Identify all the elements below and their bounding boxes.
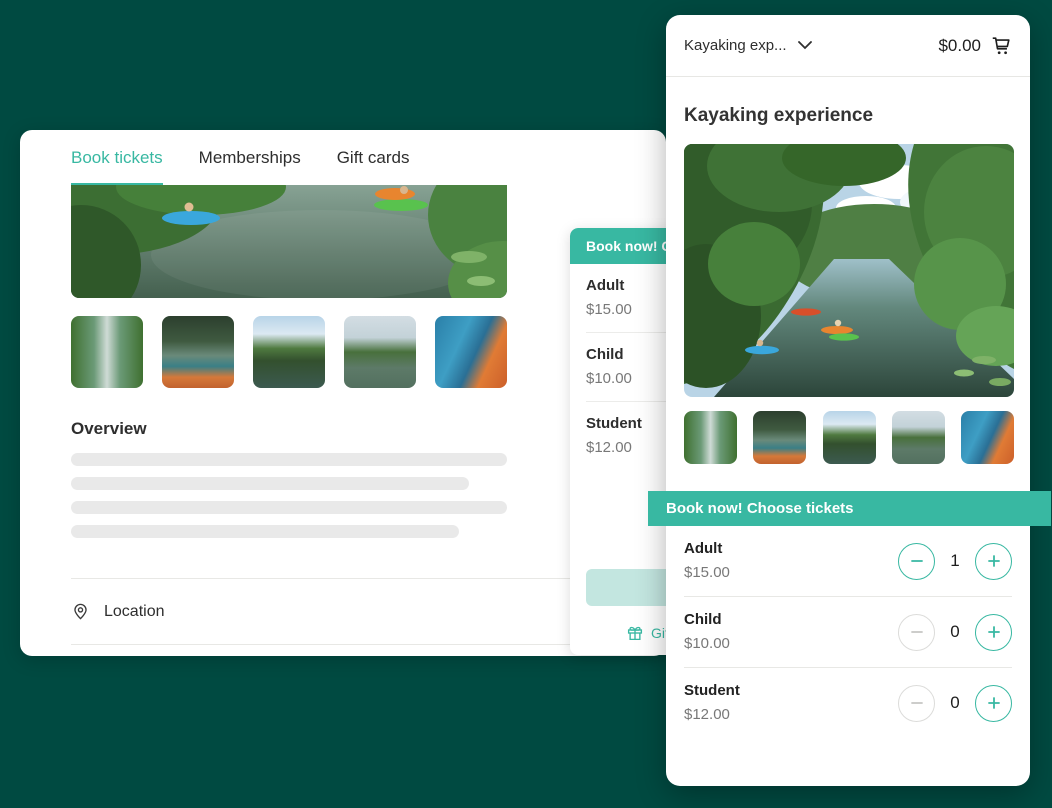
quantity-stepper: 0 <box>898 614 1012 651</box>
photo-thumbnail-lake[interactable] <box>253 316 325 388</box>
quantity-stepper: 1 <box>898 543 1012 580</box>
kayak-river-photo <box>71 185 507 298</box>
decrease-quantity-button[interactable] <box>898 543 935 580</box>
ticket-info: Child $10.00 <box>684 610 730 654</box>
ticket-row-student: Student $12.00 0 <box>684 668 1012 738</box>
photo-thumbnail-strip <box>684 411 1014 464</box>
cart-icon <box>990 35 1012 57</box>
photo-thumbnail-kayaks[interactable] <box>961 411 1014 464</box>
event-selector-dropdown[interactable]: Kayaking exp... <box>684 37 812 54</box>
widget-header: Kayaking exp... $0.00 <box>666 15 1030 77</box>
decrease-quantity-button[interactable] <box>898 614 935 651</box>
cart-summary[interactable]: $0.00 <box>938 35 1012 57</box>
tab-gift-cards[interactable]: Gift cards <box>337 130 410 185</box>
event-photo-main[interactable] <box>71 185 507 298</box>
ticket-row-child: Child $10.00 0 <box>684 597 1012 668</box>
photo-thumbnail-river[interactable] <box>684 411 737 464</box>
photo-thumbnail-group[interactable] <box>344 316 416 388</box>
gift-icon <box>626 624 644 642</box>
photo-thumbnail-lake[interactable] <box>823 411 876 464</box>
photo-thumbnail-paddler[interactable] <box>162 316 234 388</box>
skeleton-line <box>71 525 459 538</box>
event-photo-main[interactable] <box>684 144 1014 397</box>
quantity-value: 0 <box>942 622 968 642</box>
ticket-name: Child <box>684 610 730 630</box>
increase-quantity-button[interactable] <box>975 614 1012 651</box>
quantity-value: 1 <box>942 551 968 571</box>
ticket-price: $10.00 <box>684 634 730 654</box>
location-label: Location <box>104 603 165 621</box>
map-pin-icon <box>71 602 90 621</box>
photo-thumbnail-kayaks[interactable] <box>435 316 507 388</box>
photo-thumbnail-strip <box>71 316 507 388</box>
choose-tickets-banner: Book now! Choose tickets <box>648 491 1051 526</box>
photo-thumbnail-river[interactable] <box>71 316 143 388</box>
skeleton-line <box>71 453 507 466</box>
ticket-name: Adult <box>684 539 730 559</box>
skeleton-line <box>71 477 469 490</box>
increase-quantity-button[interactable] <box>975 543 1012 580</box>
kayak-river-photo <box>684 144 1014 397</box>
ticket-price: $15.00 <box>684 563 730 583</box>
storefront-tabs: Book tickets Memberships Gift cards <box>20 130 666 185</box>
booking-widget-panel: Kayaking exp... $0.00 <box>666 15 1030 786</box>
skeleton-line <box>71 501 507 514</box>
page-background: Book tickets Memberships Gift cards <box>0 0 1052 808</box>
photo-thumbnail-group[interactable] <box>892 411 945 464</box>
quantity-value: 0 <box>942 693 968 713</box>
ticket-row-adult: Adult $15.00 1 <box>684 526 1012 597</box>
overview-title: Overview <box>71 418 615 440</box>
overview-placeholder-text <box>71 453 615 538</box>
quantity-stepper: 0 <box>898 685 1012 722</box>
increase-quantity-button[interactable] <box>975 685 1012 722</box>
cart-total: $0.00 <box>938 36 981 56</box>
ticket-list: Adult $15.00 1 Child $10.00 <box>666 526 1030 738</box>
ticket-name: Student <box>684 681 740 701</box>
tab-memberships[interactable]: Memberships <box>199 130 301 185</box>
location-accordion[interactable]: Location <box>71 579 615 645</box>
chevron-down-icon <box>798 41 812 50</box>
event-selector-label: Kayaking exp... <box>684 37 787 54</box>
ticket-info: Student $12.00 <box>684 681 740 725</box>
photo-thumbnail-paddler[interactable] <box>753 411 806 464</box>
ticket-price: $12.00 <box>684 705 740 725</box>
decrease-quantity-button[interactable] <box>898 685 935 722</box>
event-title: Kayaking experience <box>684 104 1012 128</box>
tab-book-tickets[interactable]: Book tickets <box>71 130 163 185</box>
ticket-info: Adult $15.00 <box>684 539 730 583</box>
